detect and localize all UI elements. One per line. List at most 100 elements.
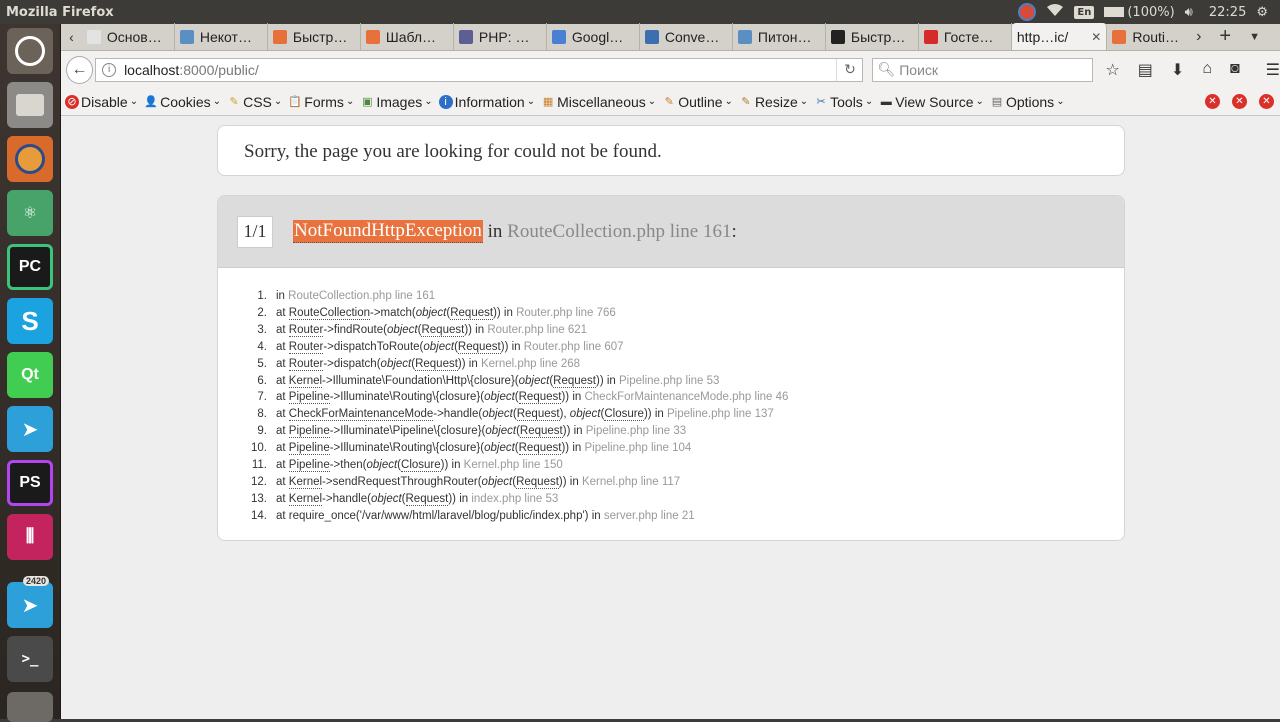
- chevron-down-icon: ⌄: [129, 96, 139, 107]
- search-bar[interactable]: 🔍︎ Поиск: [872, 57, 1094, 82]
- downloads-icon[interactable]: ⬇: [1171, 60, 1184, 80]
- launcher-firefox-icon[interactable]: [7, 136, 53, 182]
- tab-3[interactable]: Быстр…: [268, 23, 361, 50]
- tab-label: Быстр…: [850, 28, 906, 45]
- tab-active[interactable]: http…ic/ ✕: [1011, 23, 1108, 50]
- dev-menu-label: Cookies: [160, 93, 211, 110]
- tab-favicon-icon: [644, 29, 659, 44]
- dev-menu-disable[interactable]: ⊘ Disable ⌄: [65, 94, 138, 110]
- launcher-trash-icon[interactable]: [7, 692, 53, 722]
- dev-menu-outline[interactable]: ✎ Outline ⌄: [662, 94, 733, 110]
- class-name-abbr: Closure: [401, 459, 441, 473]
- launcher-atom-icon[interactable]: ⚛︎: [7, 190, 53, 236]
- tab-7[interactable]: Conve…: [640, 23, 733, 50]
- launcher-phpstorm-icon[interactable]: PS: [7, 460, 53, 506]
- tab-routing[interactable]: Routi…: [1107, 23, 1196, 50]
- launcher-telegram-2-icon[interactable]: 2420 ➤: [7, 576, 53, 628]
- trace-number: 1.: [257, 290, 267, 302]
- volume-icon[interactable]: 🔊︎: [1185, 5, 1193, 20]
- trace-text: at: [276, 340, 289, 353]
- launcher-telegram-icon[interactable]: ➤: [7, 406, 53, 452]
- arg-type: object: [366, 459, 398, 472]
- dev-menu-information[interactable]: i Information ⌄: [438, 94, 535, 110]
- launcher-files-icon[interactable]: [7, 82, 53, 128]
- dev-menu-view-source[interactable]: ▬ View Source ⌄: [879, 94, 984, 110]
- back-button[interactable]: ←: [66, 55, 94, 84]
- trace-text: at: [276, 425, 289, 438]
- page-viewport: Sorry, the page you are looking for coul…: [61, 116, 1280, 719]
- trace-text: ->findRoute(: [323, 323, 387, 336]
- dev-menu-images[interactable]: ▣ Images ⌄: [360, 94, 433, 110]
- pocket-icon[interactable]: ◙: [1230, 60, 1240, 80]
- warning-icon[interactable]: ✕: [1232, 94, 1247, 109]
- home-icon[interactable]: ⌂: [1202, 60, 1212, 80]
- launcher-skype-icon[interactable]: S: [7, 298, 53, 344]
- class-name-abbr: Kernel: [288, 374, 323, 388]
- trace-text: in: [448, 459, 464, 472]
- class-name-abbr: Pipeline: [288, 459, 330, 473]
- dev-menu-tools[interactable]: ✂ Tools ⌄: [814, 94, 874, 110]
- trace-text: in: [651, 408, 667, 421]
- launcher-tilix-icon[interactable]: ⦀: [7, 514, 53, 560]
- class-name-abbr: Request: [518, 442, 562, 456]
- dev-menu-cookies[interactable]: 👤 Cookies ⌄: [144, 94, 221, 110]
- close-toolbar-icon[interactable]: ✕: [1259, 94, 1274, 109]
- launcher-pycharm-icon[interactable]: PC: [7, 244, 53, 290]
- vpn-icon[interactable]: [1018, 3, 1037, 21]
- launcher-qt-icon[interactable]: Qt: [7, 352, 53, 398]
- all-tabs-icon[interactable]: ▼: [1249, 31, 1260, 43]
- trace-row: 7. at Pipeline->Illuminate\Routing\{closu…: [247, 389, 1124, 406]
- tab-6[interactable]: Googl…: [547, 23, 640, 50]
- tab-9[interactable]: Быстр…: [826, 23, 919, 50]
- class-name-abbr: Closure: [604, 408, 644, 422]
- dev-menu-options[interactable]: ▤ Options ⌄: [990, 94, 1065, 110]
- reading-list-icon[interactable]: ▤: [1138, 60, 1153, 80]
- tab-label: Некот…: [199, 28, 252, 45]
- new-tab-icon[interactable]: +: [1219, 25, 1231, 48]
- trace-number: 4.: [257, 340, 267, 353]
- dev-menu-forms[interactable]: 📋 Forms ⌄: [288, 94, 354, 110]
- wifi-icon[interactable]: [1046, 3, 1064, 21]
- keyboard-layout-indicator[interactable]: En: [1074, 5, 1095, 19]
- tab-8[interactable]: Питон…: [733, 23, 826, 50]
- dev-menu-label: CSS: [243, 93, 272, 110]
- clock[interactable]: 22:25: [1209, 5, 1246, 20]
- tab-10[interactable]: Госте…: [919, 23, 1012, 50]
- tab-2[interactable]: Некот…: [175, 23, 268, 50]
- bookmark-star-icon[interactable]: ☆: [1105, 60, 1119, 80]
- unity-launcher: ⚛︎ PC S Qt ➤ PS ⦀ 2420 ➤ >_: [0, 24, 61, 722]
- trace-call: at Kernel->sendRequestThroughRouter(obje…: [276, 474, 680, 491]
- nav-toolbar-icons: ☆ ▤ ⬇ ⌂ ◙ ☰: [1105, 60, 1280, 80]
- site-info-icon[interactable]: i: [102, 62, 117, 77]
- trace-call: at require_once('/var/www/html/laravel/b…: [276, 508, 695, 525]
- trace-file-location: Pipeline.php line 53: [619, 374, 720, 387]
- battery-indicator[interactable]: (100%): [1104, 5, 1175, 20]
- tab-5[interactable]: PHP: …: [454, 23, 547, 50]
- dev-menu-css[interactable]: ✎ CSS ⌄: [227, 94, 282, 110]
- tab-4[interactable]: Шабл…: [361, 23, 454, 50]
- launcher-terminal-icon[interactable]: >_: [7, 636, 53, 682]
- dev-menu-label: Outline: [678, 93, 723, 110]
- trace-call: at Router->findRoute(object(Request)) in…: [276, 322, 587, 339]
- trace-text: at: [276, 357, 289, 370]
- trace-row: 12. at Kernel->sendRequestThroughRouter(o…: [247, 474, 1124, 491]
- tab-label: Routi…: [1132, 28, 1180, 45]
- launcher-ubuntu-icon[interactable]: [7, 28, 53, 74]
- trace-text: in: [603, 374, 620, 387]
- url-bar[interactable]: i localhost:8000/public/ ↻: [95, 57, 864, 82]
- chevron-down-icon: ⌄: [975, 96, 984, 107]
- error-icon[interactable]: ✕: [1205, 94, 1220, 109]
- tabs-scroll-left-icon[interactable]: ‹: [61, 23, 82, 50]
- close-tab-icon[interactable]: ✕: [1091, 30, 1101, 44]
- power-gear-icon[interactable]: ⚙︎: [1256, 5, 1268, 20]
- dev-menu-miscellaneous[interactable]: ▦ Miscellaneous ⌄: [541, 94, 656, 110]
- reload-icon[interactable]: ↻: [836, 58, 862, 81]
- arg-type: object: [569, 408, 601, 421]
- menu-hamburger-icon[interactable]: ☰: [1266, 60, 1280, 80]
- tabs-scroll-right-icon[interactable]: ›: [1196, 28, 1201, 46]
- class-name-abbr: Kernel: [288, 475, 323, 489]
- class-name-abbr: Request: [519, 425, 563, 439]
- tab-1[interactable]: Основ…: [82, 23, 175, 50]
- dev-menu-resize[interactable]: ✎ Resize ⌄: [739, 94, 808, 110]
- trace-text: in: [508, 340, 524, 353]
